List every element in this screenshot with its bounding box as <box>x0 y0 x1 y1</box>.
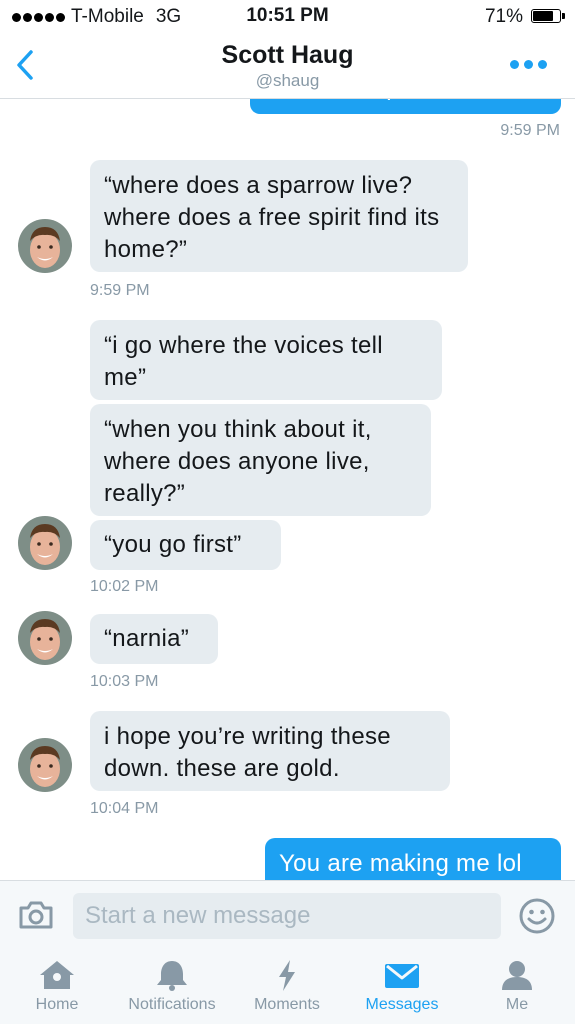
message-input[interactable] <box>73 893 501 939</box>
outgoing-message-bubble[interactable]: You are making me lol <box>265 838 561 880</box>
tab-home-label: Home <box>35 996 79 1013</box>
emoji-icon[interactable] <box>518 897 556 940</box>
message-timestamp: 10:02 PM <box>90 578 159 595</box>
home-icon <box>40 961 74 989</box>
avatar[interactable] <box>18 738 72 792</box>
more-dots-icon[interactable] <box>510 60 547 69</box>
message-text: “narnia” <box>104 625 190 652</box>
incoming-message-bubble[interactable]: “narnia” <box>90 614 218 664</box>
me-person-icon <box>502 961 532 990</box>
camera-icon[interactable] <box>18 900 54 935</box>
tab-notifications-label: Notifications <box>128 996 216 1013</box>
message-timestamp: 9:59 PM <box>500 122 560 139</box>
outgoing-message-bubble[interactable]: suspicious <box>250 98 561 114</box>
battery-percent: 71% <box>484 6 523 27</box>
tab-me-label: Me <box>505 996 529 1013</box>
status-bar: T-Mobile 3G 10:51 PM 71% <box>0 0 575 34</box>
avatar[interactable] <box>18 516 72 570</box>
tab-home[interactable]: Home <box>22 958 92 1014</box>
message-text: You are making me lol <box>279 850 522 877</box>
message-text: “when you think about it, where does any… <box>104 416 372 507</box>
contact-name[interactable]: Scott Haug <box>0 41 575 70</box>
message-text: i hope you’re writing these down. these … <box>104 723 391 782</box>
message-timestamp: 9:59 PM <box>90 282 150 299</box>
notifications-bell-icon <box>157 961 187 991</box>
incoming-message-bubble[interactable]: “when you think about it, where does any… <box>90 404 431 516</box>
tab-moments[interactable]: Moments <box>247 958 327 1014</box>
tab-messages[interactable]: Messages <box>357 958 447 1014</box>
tab-me[interactable]: Me <box>487 958 547 1014</box>
message-text: “i go where the voices tell me” <box>104 332 383 391</box>
tab-moments-label: Moments <box>254 996 320 1013</box>
contact-handle: @shaug <box>255 71 320 90</box>
message-composer <box>0 880 575 951</box>
moments-lightning-icon <box>279 960 295 991</box>
message-text: “you go first” <box>104 531 242 558</box>
incoming-message-bubble[interactable]: “where does a sparrow live? where does a… <box>90 160 468 272</box>
tab-notifications[interactable]: Notifications <box>117 958 227 1014</box>
messages-envelope-icon <box>385 964 419 988</box>
incoming-message-bubble[interactable]: “i go where the voices tell me” <box>90 320 442 400</box>
conversation-header: Scott Haug @shaug <box>0 34 575 99</box>
battery-icon <box>531 9 565 23</box>
incoming-message-bubble[interactable]: i hope you’re writing these down. these … <box>90 711 450 791</box>
avatar[interactable] <box>18 219 72 273</box>
tab-bar: Home Notifications Moments Messages Me <box>0 950 575 1024</box>
tab-messages-label: Messages <box>365 996 439 1013</box>
message-text: “where does a sparrow live? where does a… <box>104 172 440 263</box>
incoming-message-bubble[interactable]: “you go first” <box>90 520 281 570</box>
conversation-thread[interactable]: suspicious 9:59 PM “where does a sparrow… <box>0 98 575 880</box>
message-timestamp: 10:03 PM <box>90 673 159 690</box>
message-timestamp: 10:04 PM <box>90 800 159 817</box>
avatar[interactable] <box>18 611 72 665</box>
